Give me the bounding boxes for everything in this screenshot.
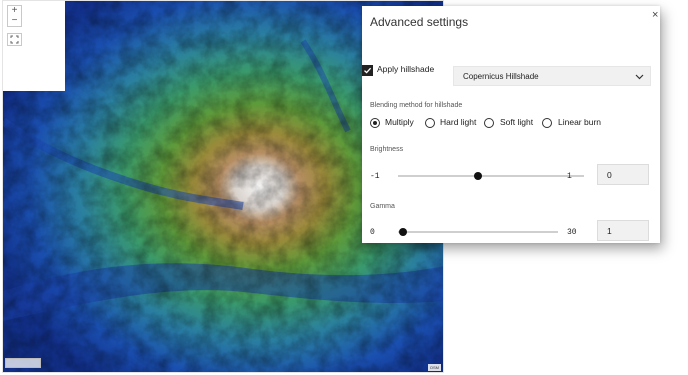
close-button[interactable]: × bbox=[652, 10, 658, 21]
radio-selected-dot bbox=[373, 121, 377, 125]
zoom-control: + − bbox=[7, 5, 22, 27]
brightness-label: Brightness bbox=[370, 146, 404, 153]
radio-multiply[interactable] bbox=[370, 118, 380, 128]
chevron-down-icon bbox=[635, 74, 644, 80]
radio-soft-light[interactable] bbox=[484, 118, 494, 128]
brightness-min-label: -1 bbox=[370, 172, 380, 181]
apply-hillshade-label: Apply hillshade bbox=[377, 64, 435, 74]
checkmark-icon bbox=[364, 67, 372, 74]
brightness-slider-thumb[interactable] bbox=[474, 172, 482, 180]
gamma-slider-track[interactable] bbox=[398, 231, 558, 233]
map-scale-bar bbox=[5, 358, 41, 368]
apply-hillshade-checkbox[interactable] bbox=[362, 65, 373, 76]
gamma-input-value: 1 bbox=[607, 226, 612, 236]
radio-linear-burn[interactable] bbox=[542, 118, 552, 128]
fullscreen-icon bbox=[10, 35, 19, 44]
radio-label-linear-burn[interactable]: Linear burn bbox=[558, 117, 601, 127]
gamma-input[interactable]: 1 bbox=[597, 220, 649, 241]
zoom-out-button[interactable]: − bbox=[8, 16, 21, 26]
radio-hard-light[interactable] bbox=[425, 118, 435, 128]
gamma-label: Gamma bbox=[370, 203, 395, 210]
hillshade-select-value: Copernicus Hillshade bbox=[463, 72, 539, 81]
gamma-max-label: 30 bbox=[567, 228, 577, 237]
radio-label-hard-light[interactable]: Hard light bbox=[440, 117, 476, 127]
gamma-min-label: 0 bbox=[370, 228, 375, 237]
map-attribution[interactable]: OSM bbox=[427, 364, 441, 371]
panel-title: Advanced settings bbox=[370, 15, 469, 29]
advanced-settings-panel: Advanced settings × Apply hillshade Cope… bbox=[362, 6, 660, 243]
brightness-slider-track[interactable] bbox=[398, 175, 584, 177]
fullscreen-button[interactable] bbox=[7, 33, 22, 46]
brightness-input-value: 0 bbox=[607, 170, 612, 180]
gamma-slider-thumb[interactable] bbox=[399, 228, 407, 236]
radio-label-soft-light[interactable]: Soft light bbox=[500, 117, 533, 127]
brightness-input[interactable]: 0 bbox=[597, 164, 649, 185]
radio-label-multiply[interactable]: Multiply bbox=[385, 117, 414, 127]
brightness-max-label: 1 bbox=[567, 172, 572, 181]
blending-method-label: Blending method for hillshade bbox=[370, 102, 463, 109]
hillshade-select[interactable]: Copernicus Hillshade bbox=[453, 66, 651, 86]
